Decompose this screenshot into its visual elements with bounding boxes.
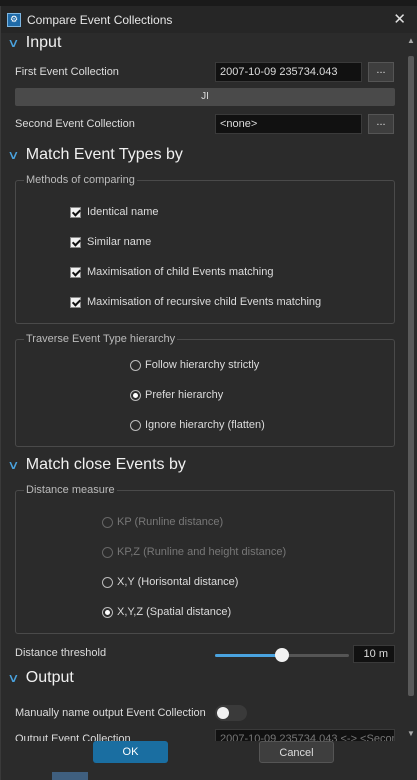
output-collection-label: Output Event Collection	[15, 733, 131, 741]
chevron-down-icon: ∨	[7, 458, 20, 472]
methods-group: Methods of comparing Identical name Simi…	[15, 174, 395, 324]
hierarchy-follow-strictly[interactable]: Follow hierarchy strictly	[130, 359, 259, 371]
title-bar: ⚙ Compare Event Collections ✕	[1, 6, 417, 33]
radio-button	[102, 546, 113, 558]
checkbox-label: Similar name	[87, 236, 152, 248]
scroll-thumb[interactable]	[408, 56, 414, 696]
distance-xy[interactable]: X,Y (Horisontal distance)	[102, 576, 238, 588]
hierarchy-group-title: Traverse Event Type hierarchy	[24, 333, 178, 345]
manual-name-toggle[interactable]	[215, 705, 247, 721]
radio-label: KP,Z (Runline and height distance)	[117, 546, 287, 558]
second-collection-label: Second Event Collection	[15, 118, 135, 130]
section-match-close-title: Match close Events by	[25, 456, 186, 473]
compare-dialog: ⚙ Compare Event Collections ✕ ∨ Input Fi…	[0, 6, 417, 780]
radio-label: KP (Runline distance)	[117, 516, 224, 528]
slider-fill	[215, 654, 282, 657]
dialog-content: ∨ Input First Event Collection 2007-10-0…	[1, 33, 406, 741]
method-similar-name[interactable]: Similar name	[70, 236, 151, 248]
section-input-title: Input	[25, 34, 62, 51]
radio-label: Prefer hierarchy	[145, 389, 224, 401]
section-match-types-title: Match Event Types by	[25, 146, 183, 163]
close-icon[interactable]: ✕	[393, 10, 406, 28]
hierarchy-ignore[interactable]: Ignore hierarchy (flatten)	[130, 419, 265, 431]
radio-button[interactable]	[102, 576, 113, 588]
first-collection-browse-button[interactable]: ...	[368, 62, 394, 82]
manual-name-label: Manually name output Event Collection	[15, 707, 206, 719]
vertical-scrollbar[interactable]: ▲ ▼	[406, 36, 416, 738]
distance-threshold-slider[interactable]	[215, 648, 349, 662]
section-output-header[interactable]: ∨ Output	[7, 669, 74, 687]
radio-label: X,Y (Horisontal distance)	[117, 576, 239, 588]
distance-group-title: Distance measure	[24, 484, 117, 496]
method-identical-name[interactable]: Identical name	[70, 206, 159, 218]
first-collection-label: First Event Collection	[15, 66, 119, 78]
chevron-down-icon: ∨	[7, 671, 20, 685]
slider-handle[interactable]	[275, 648, 289, 662]
checkbox-label: Maximisation of child Events matching	[87, 266, 274, 278]
hierarchy-prefer[interactable]: Prefer hierarchy	[130, 389, 223, 401]
radio-button[interactable]	[102, 606, 113, 618]
distance-threshold-input[interactable]: 10 m	[353, 645, 395, 663]
chevron-down-icon: ∨	[7, 148, 20, 162]
radio-button	[102, 516, 113, 528]
radio-button[interactable]	[130, 389, 141, 401]
radio-label: Follow hierarchy strictly	[145, 359, 260, 371]
scroll-up-icon[interactable]: ▲	[407, 36, 415, 45]
cancel-button[interactable]: Cancel	[259, 741, 334, 763]
taskbar-fragment	[52, 772, 88, 780]
method-child-events[interactable]: Maximisation of child Events matching	[70, 266, 273, 278]
methods-group-title: Methods of comparing	[24, 174, 137, 186]
checkbox[interactable]	[70, 236, 81, 248]
method-recursive-child-events[interactable]: Maximisation of recursive child Events m…	[70, 296, 321, 308]
checkbox[interactable]	[70, 296, 81, 308]
checkbox-label: Identical name	[87, 206, 159, 218]
second-collection-browse-button[interactable]: ...	[368, 114, 394, 134]
distance-kpz: KP,Z (Runline and height distance)	[102, 546, 286, 558]
output-collection-field: 2007-10-09 235734.043 <-> <Second	[215, 729, 395, 741]
checkbox-label: Maximisation of recursive child Events m…	[87, 296, 322, 308]
checkbox[interactable]	[70, 206, 81, 218]
radio-label: X,Y,Z (Spatial distance)	[117, 606, 232, 618]
app-gear-icon: ⚙	[7, 12, 21, 27]
distance-group: Distance measure KP (Runline distance) K…	[15, 484, 395, 634]
hierarchy-group: Traverse Event Type hierarchy Follow hie…	[15, 333, 395, 447]
section-input-header[interactable]: ∨ Input	[7, 34, 62, 52]
section-match-close-header[interactable]: ∨ Match close Events by	[7, 456, 186, 474]
distance-xyz[interactable]: X,Y,Z (Spatial distance)	[102, 606, 231, 618]
checkbox[interactable]	[70, 266, 81, 278]
ok-button[interactable]: OK	[93, 741, 168, 763]
progress-bar: JI	[15, 88, 395, 106]
section-match-types-header[interactable]: ∨ Match Event Types by	[7, 146, 183, 164]
scroll-down-icon[interactable]: ▼	[407, 729, 415, 738]
radio-label: Ignore hierarchy (flatten)	[145, 419, 265, 431]
chevron-down-icon: ∨	[7, 36, 20, 50]
second-collection-field[interactable]: <none>	[215, 114, 362, 134]
distance-kp: KP (Runline distance)	[102, 516, 223, 528]
first-collection-field[interactable]: 2007-10-09 235734.043	[215, 62, 362, 82]
window-title: Compare Event Collections	[27, 12, 173, 27]
section-output-title: Output	[25, 669, 74, 686]
radio-button[interactable]	[130, 419, 141, 431]
distance-threshold-label: Distance threshold	[15, 647, 107, 659]
radio-button[interactable]	[130, 359, 141, 371]
toggle-knob	[217, 707, 229, 719]
